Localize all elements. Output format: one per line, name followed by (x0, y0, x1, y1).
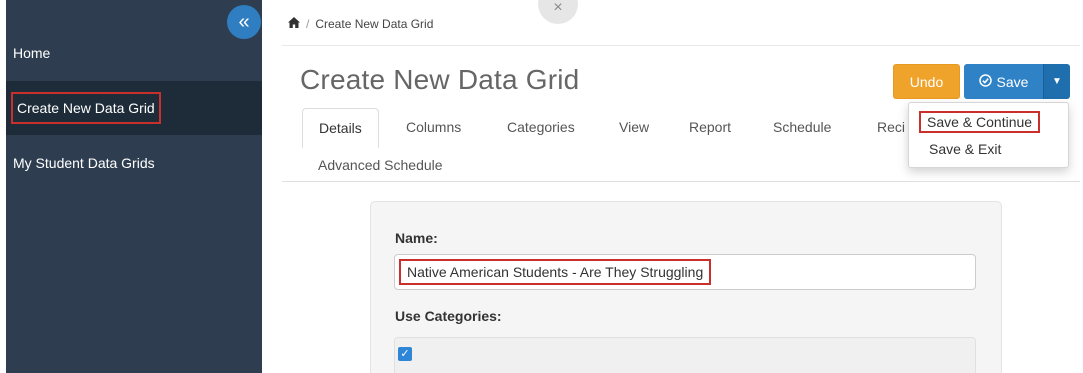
sidebar-item-home[interactable]: Home (6, 26, 262, 80)
sidebar-item-label: Create New Data Grid (11, 92, 161, 124)
breadcrumb-current: Create New Data Grid (315, 17, 434, 31)
main-content: × / Create New Data Grid Create New Data… (262, 0, 1083, 373)
tab-view[interactable]: View (619, 119, 649, 135)
save-dropdown-toggle[interactable]: ▼ (1043, 64, 1070, 99)
caret-down-icon: ▼ (1052, 76, 1062, 87)
home-icon[interactable] (288, 17, 300, 31)
use-categories-checkbox[interactable]: ✓ (398, 347, 412, 361)
name-label: Name: (395, 230, 438, 246)
page-title: Create New Data Grid (300, 64, 580, 95)
sidebar-item-create-new-data-grid[interactable]: Create New Data Grid (6, 81, 262, 135)
use-categories-container: ✓ (394, 337, 976, 373)
sidebar-item-label: Home (13, 45, 51, 61)
save-button-label: Save (996, 73, 1029, 90)
save-dropdown-menu: Save & Continue Save & Exit (908, 102, 1069, 168)
save-and-exit-menu-item[interactable]: Save & Exit (929, 141, 1001, 157)
sidebar-item-my-student-data-grids[interactable]: My Student Data Grids (6, 136, 262, 190)
name-input-value: Native American Students - Are They Stru… (399, 259, 712, 285)
divider (282, 181, 1080, 182)
tab-schedule[interactable]: Schedule (773, 119, 831, 135)
undo-button[interactable]: Undo (893, 64, 960, 99)
breadcrumb-separator: / (306, 17, 310, 31)
sidebar-item-label: My Student Data Grids (13, 155, 155, 171)
tab-recipients[interactable]: Reci (877, 119, 905, 135)
tab-advanced-schedule[interactable]: Advanced Schedule (318, 157, 443, 173)
check-circle-icon (978, 73, 992, 90)
save-and-continue-menu-item[interactable]: Save & Continue (919, 111, 1041, 133)
tab-categories[interactable]: Categories (507, 119, 575, 135)
sidebar: Home Create New Data Grid My Student Dat… (6, 0, 262, 373)
divider (282, 45, 1080, 46)
save-button[interactable]: Save (964, 64, 1043, 99)
double-chevron-left-icon[interactable]: « (227, 5, 261, 39)
tab-report[interactable]: Report (689, 119, 731, 135)
use-categories-label: Use Categories: (395, 308, 502, 324)
breadcrumb: / Create New Data Grid (288, 17, 433, 31)
close-icon[interactable]: × (538, 0, 578, 24)
tab-columns[interactable]: Columns (406, 119, 461, 135)
name-input[interactable]: Native American Students - Are They Stru… (394, 254, 976, 290)
tab-details[interactable]: Details (302, 108, 379, 148)
